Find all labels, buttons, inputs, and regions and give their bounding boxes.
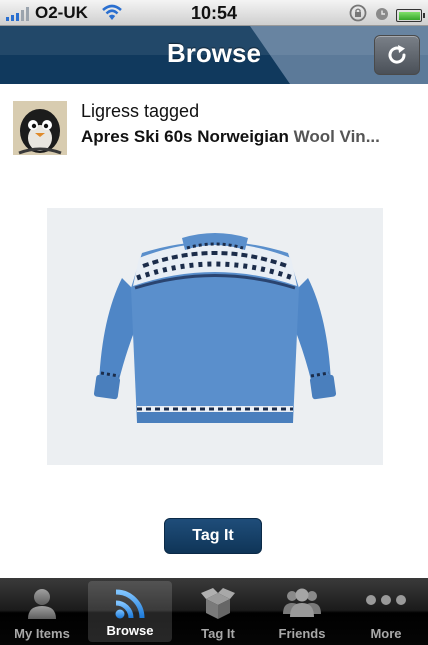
refresh-icon xyxy=(388,45,406,64)
item-title-link[interactable]: Apres Ski 60s Norweigian Wool Vin... xyxy=(81,127,416,147)
box-icon xyxy=(176,587,260,619)
tab-friends[interactable]: Friends xyxy=(260,578,344,645)
tab-browse[interactable]: Browse xyxy=(88,581,172,642)
rotation-lock-icon xyxy=(348,4,368,27)
penguin-avatar-image xyxy=(13,101,67,155)
feed-item: Ligress tagged Apres Ski 60s Norweigian … xyxy=(0,84,428,578)
item-title-rest: Wool Vin... xyxy=(288,127,380,146)
item-photo[interactable] xyxy=(47,208,383,465)
activity-text: Ligress tagged xyxy=(81,101,200,121)
status-bar: O2-UK 10:54 xyxy=(0,0,428,26)
item-title-main: Apres Ski 60s Norweigian xyxy=(81,127,289,146)
sweater-image xyxy=(47,208,383,465)
tab-tag-it[interactable]: Tag It xyxy=(176,578,260,645)
tab-label: More xyxy=(370,626,402,641)
battery-icon xyxy=(396,9,425,22)
avatar[interactable] xyxy=(13,101,67,155)
tab-label: Friends xyxy=(278,626,326,641)
refresh-button[interactable] xyxy=(374,35,420,75)
page-title: Browse xyxy=(167,38,261,68)
tab-bar: My Items Browse Tag It Friends More xyxy=(0,578,428,645)
alarm-clock-icon xyxy=(375,6,389,26)
person-icon xyxy=(0,587,84,619)
tab-label: My Items xyxy=(14,626,70,641)
status-indicators xyxy=(348,4,425,27)
tab-label: Browse xyxy=(106,623,154,638)
people-icon xyxy=(260,587,344,617)
tab-my-items[interactable]: My Items xyxy=(0,578,84,645)
broadcast-icon xyxy=(88,587,172,621)
tab-label: Tag It xyxy=(201,626,235,641)
tab-more[interactable]: More xyxy=(344,578,428,645)
navigation-bar: Browse xyxy=(0,26,428,84)
tag-it-button[interactable]: Tag It xyxy=(164,518,262,554)
more-icon xyxy=(344,594,428,606)
